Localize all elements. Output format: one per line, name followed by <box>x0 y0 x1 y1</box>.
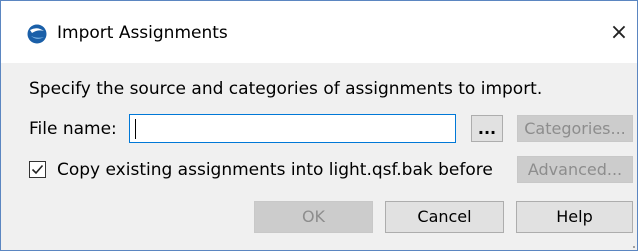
text-cursor <box>135 119 136 139</box>
resize-grip-icon[interactable] <box>631 244 635 248</box>
copy-assignments-label[interactable]: Copy existing assignments into light.qsf… <box>57 160 493 180</box>
help-button[interactable]: Help <box>516 201 633 233</box>
dialog-body: Specify the source and categories of ass… <box>1 63 637 250</box>
categories-button[interactable]: Categories... <box>517 115 633 142</box>
ok-button[interactable]: OK <box>254 201 373 233</box>
advanced-button[interactable]: Advanced... <box>517 156 633 183</box>
instruction-text: Specify the source and categories of ass… <box>29 79 543 99</box>
file-name-label: File name: <box>29 119 117 139</box>
browse-button[interactable]: ... <box>471 115 503 142</box>
copy-assignments-checkbox[interactable] <box>29 161 46 178</box>
quartus-app-icon <box>27 24 47 44</box>
close-button[interactable]: × <box>603 17 635 49</box>
cancel-button[interactable]: Cancel <box>385 201 504 233</box>
close-icon: × <box>609 20 629 45</box>
checkmark-icon <box>31 164 44 175</box>
dialog-title: Import Assignments <box>57 23 228 43</box>
file-name-input[interactable] <box>129 114 456 143</box>
import-assignments-dialog: Import Assignments × Specify the source … <box>0 0 638 251</box>
title-bar: Import Assignments × <box>1 1 637 63</box>
